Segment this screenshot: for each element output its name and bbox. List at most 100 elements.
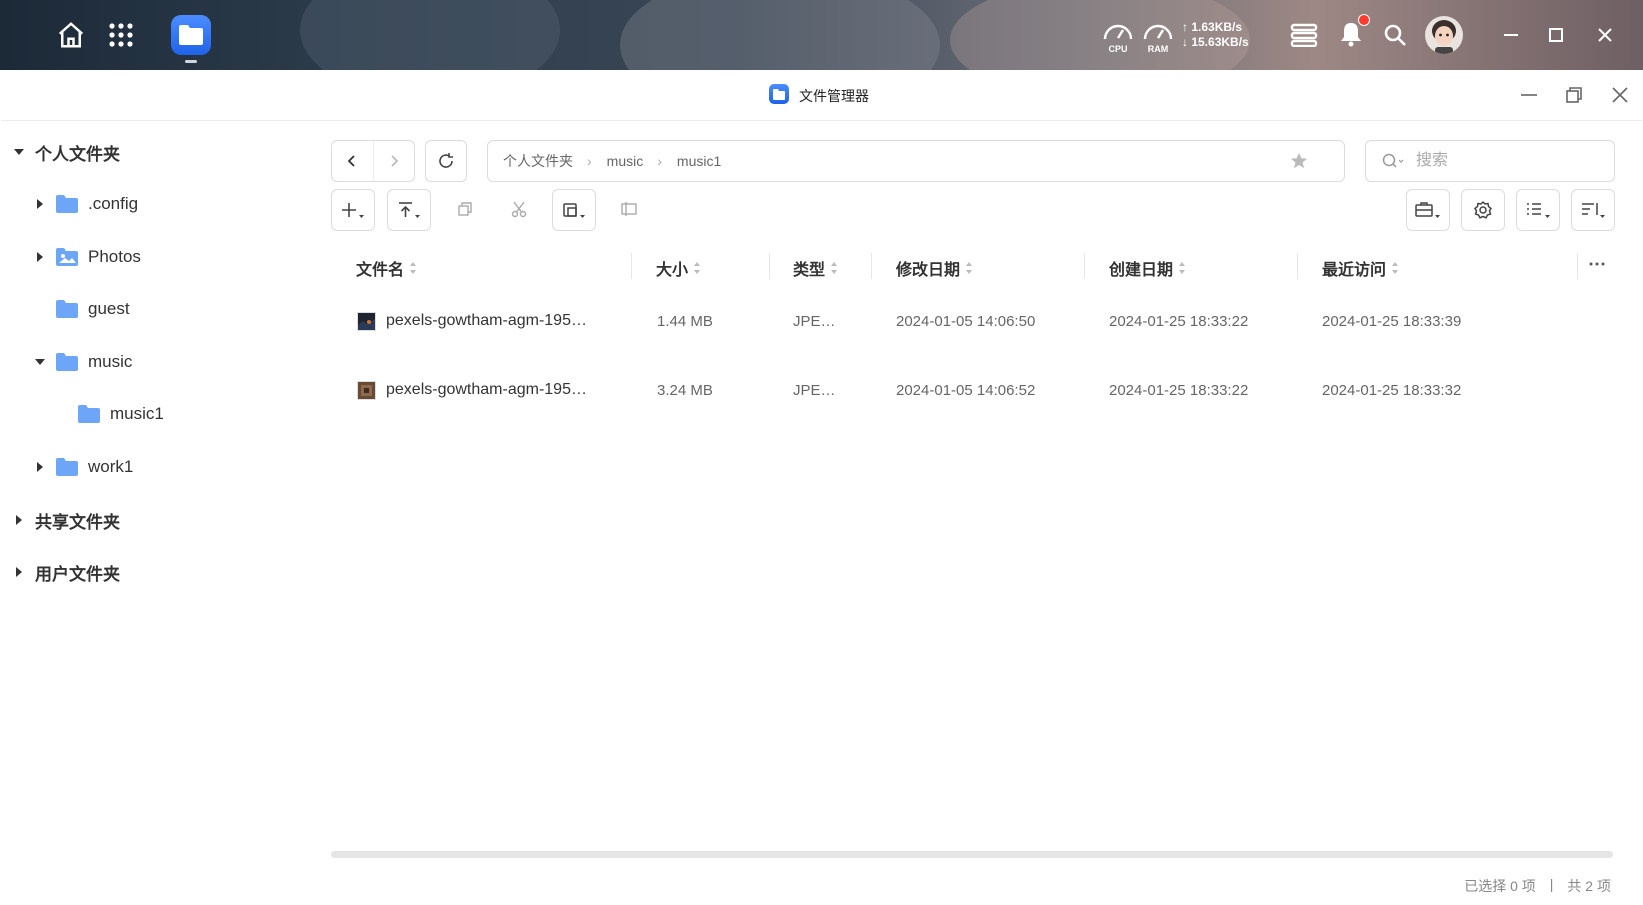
view-mode-button[interactable] [1516, 189, 1560, 231]
server-icon[interactable] [1289, 20, 1319, 50]
ram-gauge[interactable]: RAM [1142, 20, 1174, 54]
column-divider[interactable] [1297, 253, 1298, 279]
sort-button[interactable] [1571, 189, 1615, 231]
search-box[interactable] [1365, 140, 1615, 182]
status-divider: | [1549, 876, 1554, 892]
column-header-modified[interactable]: 修改日期 [896, 256, 973, 280]
back-button[interactable] [332, 141, 374, 181]
column-divider[interactable] [631, 253, 632, 279]
breadcrumb-item[interactable]: music [607, 153, 644, 169]
avatar[interactable] [1425, 16, 1463, 54]
table-row[interactable]: pexels-gowtham-agm-195… 3.24 MB JPE… 202… [331, 357, 1613, 423]
notification-badge [1358, 14, 1370, 26]
column-divider[interactable] [1577, 253, 1578, 279]
active-app-indicator [185, 60, 197, 63]
sort-arrows-icon [831, 262, 838, 274]
network-speed[interactable]: ↑ 1.63KB/s ↓ 15.63KB/s [1182, 20, 1249, 50]
column-divider[interactable] [769, 253, 770, 279]
more-columns-button[interactable] [1589, 254, 1605, 274]
caret-right-icon[interactable] [32, 249, 48, 265]
tree-item-photos[interactable]: Photos [32, 242, 141, 272]
tools-button[interactable] [1406, 189, 1450, 231]
total-count: 共 2 项 [1567, 878, 1611, 894]
scissors-icon [511, 201, 527, 218]
file-manager-app-button[interactable] [171, 15, 211, 55]
maximize-icon[interactable] [1542, 21, 1570, 49]
horizontal-scrollbar[interactable] [331, 851, 1613, 858]
window-restore-icon[interactable] [1562, 83, 1586, 107]
breadcrumb-item[interactable]: music1 [677, 153, 721, 169]
cpu-gauge[interactable]: CPU [1102, 20, 1134, 54]
caret-down-icon[interactable] [32, 354, 48, 370]
column-header-size[interactable]: 大小 [656, 256, 701, 280]
folder-tree: 个人文件夹 .config Photos guest music music1 [1, 121, 301, 904]
tree-item-guest[interactable]: guest [32, 294, 130, 324]
file-manager-window: 文件管理器 个人文件夹 .config Photos guest music m… [1, 70, 1642, 904]
column-header-accessed[interactable]: 最近访问 [1322, 256, 1399, 280]
chevron-right-icon: › [657, 153, 662, 169]
caret-spacer [54, 406, 70, 422]
forward-button[interactable] [374, 141, 415, 181]
star-icon[interactable] [1290, 152, 1308, 170]
sort-arrows-icon [1392, 262, 1399, 274]
download-speed: ↓ 15.63KB/s [1182, 35, 1249, 49]
window-close-icon[interactable] [1608, 83, 1632, 107]
table-row[interactable]: pexels-gowtham-agm-195… 1.44 MB JPE… 202… [331, 288, 1613, 354]
tree-label: music1 [110, 404, 164, 423]
tree-item-music1[interactable]: music1 [54, 399, 164, 429]
window-title: 文件管理器 [799, 88, 869, 104]
chevron-right-icon [391, 155, 399, 167]
refresh-button[interactable] [425, 140, 467, 182]
header-label: 最近访问 [1322, 262, 1387, 279]
tree-shared-folder[interactable]: 共享文件夹 [11, 505, 120, 535]
created-cell: 2024-01-25 18:33:22 [1109, 312, 1249, 330]
tree-item-work1[interactable]: work1 [32, 452, 133, 482]
tree-label: guest [88, 299, 130, 318]
paste-button[interactable] [552, 189, 596, 231]
copy-button[interactable] [445, 189, 485, 229]
tree-user-folder[interactable]: 用户文件夹 [11, 557, 120, 587]
image-thumbnail-icon [357, 311, 376, 331]
caret-right-icon[interactable] [11, 512, 27, 528]
breadcrumb-item[interactable]: 个人文件夹 [503, 151, 573, 171]
search-icon[interactable] [1382, 153, 1404, 169]
column-divider[interactable] [1084, 253, 1085, 279]
caret-down-icon[interactable] [11, 144, 27, 160]
column-header-name[interactable]: 文件名 [356, 256, 417, 280]
home-icon[interactable] [54, 18, 88, 52]
tree-personal-folder[interactable]: 个人文件夹 [11, 137, 120, 167]
more-icon [1589, 262, 1605, 266]
created-cell: 2024-01-25 18:33:22 [1109, 381, 1249, 399]
caret-right-icon[interactable] [32, 459, 48, 475]
tree-label: music [88, 352, 133, 371]
modified-cell: 2024-01-05 14:06:52 [896, 381, 1036, 399]
desktop-taskbar: CPU RAM ↑ 1.63KB/s ↓ 15.63KB/s [0, 0, 1643, 70]
breadcrumb[interactable]: 个人文件夹 › music › music1 [487, 140, 1345, 182]
history-nav [331, 140, 415, 182]
column-header-type[interactable]: 类型 [793, 256, 838, 280]
sort-arrows-icon [694, 262, 701, 274]
window-minimize-icon[interactable] [1517, 83, 1541, 107]
new-button[interactable] [331, 189, 375, 231]
file-name-cell: pexels-gowtham-agm-195… [357, 357, 587, 423]
settings-button[interactable] [1461, 189, 1505, 231]
minimize-icon[interactable] [1497, 21, 1525, 49]
column-header-created[interactable]: 创建日期 [1109, 256, 1186, 280]
search-icon[interactable] [1380, 20, 1410, 50]
folder-icon [56, 300, 78, 318]
caret-right-icon[interactable] [11, 564, 27, 580]
search-input[interactable] [1414, 151, 1598, 171]
cut-button[interactable] [499, 189, 539, 229]
rename-button[interactable] [609, 189, 649, 229]
caret-right-icon[interactable] [32, 196, 48, 212]
close-icon[interactable] [1591, 21, 1619, 49]
tree-item-config[interactable]: .config [32, 189, 138, 219]
upload-button[interactable] [387, 189, 431, 231]
tree-label: 用户文件夹 [35, 564, 120, 584]
grid-icon[interactable] [104, 18, 138, 52]
accessed-cell: 2024-01-25 18:33:39 [1322, 312, 1462, 330]
column-divider[interactable] [871, 253, 872, 279]
tree-item-music[interactable]: music [32, 347, 132, 377]
accessed-cell: 2024-01-25 18:33:32 [1322, 381, 1462, 399]
sort-arrows-icon [410, 262, 417, 274]
